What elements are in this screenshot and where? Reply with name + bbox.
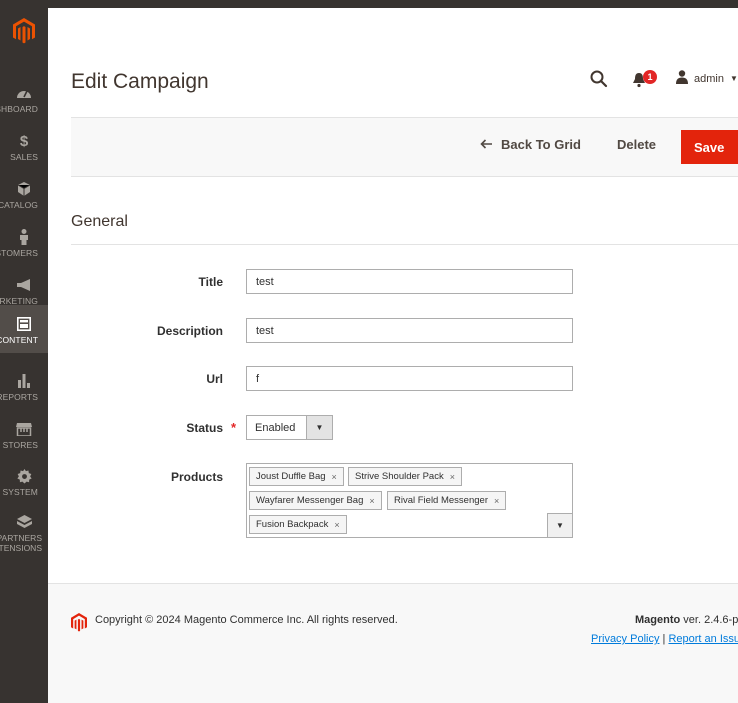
person-icon (14, 228, 34, 246)
chevron-down-icon[interactable]: ▼ (547, 513, 572, 537)
product-tag: Wayfarer Messenger Bag × (249, 491, 382, 510)
delete-button[interactable]: Delete (617, 137, 656, 152)
user-icon (676, 70, 688, 87)
bar-chart-icon (14, 372, 34, 390)
status-select[interactable]: Enabled ▼ (246, 415, 333, 440)
partners-icon (14, 513, 34, 531)
cube-icon (14, 180, 34, 198)
page-title: Edit Campaign (71, 70, 209, 93)
brand-name: Magento (635, 614, 681, 626)
product-tag-label: Fusion Backpack (256, 519, 329, 530)
description-input[interactable] (246, 318, 573, 343)
title-input[interactable] (246, 269, 573, 294)
product-tag: Strive Shoulder Pack × (348, 467, 462, 486)
product-tag-label: Wayfarer Messenger Bag (256, 495, 364, 506)
partners-label-line1: FIND PARTNERS (0, 533, 42, 543)
product-tag-label: Strive Shoulder Pack (355, 471, 444, 482)
sidebar-item-sales[interactable]: $ SALES (0, 122, 48, 170)
version-number: ver. 2.4.6-p (683, 614, 738, 626)
version-text: Magento ver. 2.4.6-p (635, 614, 738, 626)
status-value: Enabled (255, 422, 296, 434)
section-title: General (71, 213, 128, 230)
magento-logo-icon (71, 613, 87, 637)
products-label: Products (170, 470, 223, 484)
remove-tag-icon[interactable]: × (494, 496, 499, 506)
report-issue-link[interactable]: Report an Issu (668, 633, 738, 645)
url-input[interactable] (246, 366, 573, 391)
copyright-text: Copyright © 2024 Magento Commerce Inc. A… (95, 614, 398, 626)
remove-tag-icon[interactable]: × (369, 496, 374, 506)
arrow-left-icon (480, 137, 493, 152)
page-actions-bar: Back To Grid Delete Save (71, 117, 738, 177)
sidebar-item-partners[interactable]: FIND PARTNERS& EXTENSIONS (0, 503, 48, 563)
sidebar-item-label: CATALOG (0, 200, 38, 210)
product-tag-label: Joust Duffle Bag (256, 471, 326, 482)
back-button[interactable]: Back To Grid (480, 137, 581, 152)
sidebar-item-content[interactable]: CONTENT (0, 305, 48, 353)
sidebar-item-system[interactable]: SYSTEM (0, 457, 48, 505)
dashboard-icon (14, 84, 34, 102)
save-button[interactable]: Save (681, 130, 738, 164)
sidebar-item-dashboard[interactable]: DASHBOARD (0, 74, 48, 122)
title-label: Title (198, 275, 223, 289)
top-strip (0, 0, 738, 8)
dollar-icon: $ (19, 132, 29, 150)
store-icon (14, 420, 34, 438)
sidebar-item-label: STORES (2, 440, 38, 450)
required-indicator: * (231, 420, 237, 435)
footer-links: Privacy Policy | Report an Issu (591, 633, 738, 645)
partners-label-line2: & EXTENSIONS (0, 543, 42, 553)
notification-badge[interactable]: 1 (643, 70, 657, 84)
section-divider (71, 244, 738, 245)
remove-tag-icon[interactable]: × (332, 472, 337, 482)
remove-tag-icon[interactable]: × (334, 520, 339, 530)
product-tag: Joust Duffle Bag × (249, 467, 344, 486)
product-tag-label: Rival Field Messenger (394, 495, 488, 506)
layout-icon (14, 315, 34, 333)
remove-tag-icon[interactable]: × (450, 472, 455, 482)
status-label: Status (186, 421, 223, 435)
sidebar-item-label: SALES (10, 152, 38, 162)
chevron-down-icon[interactable]: ▼ (306, 416, 332, 439)
sidebar-item-customers[interactable]: CUSTOMERS (0, 218, 48, 266)
description-label: Description (156, 324, 223, 338)
url-label: Url (206, 372, 223, 386)
user-name: admin (694, 72, 724, 85)
admin-sidebar: DASHBOARD $ SALES CATALOG CUSTOMERS MARK… (0, 0, 48, 703)
sidebar-item-label: CONTENT (0, 335, 38, 345)
sidebar-item-stores[interactable]: STORES (0, 410, 48, 458)
sidebar-item-label: SYSTEM (2, 487, 38, 497)
product-tag: Rival Field Messenger × (387, 491, 507, 510)
search-icon[interactable] (590, 70, 608, 88)
back-button-label: Back To Grid (501, 137, 581, 152)
user-menu[interactable]: admin ▼ (676, 70, 738, 87)
chevron-down-icon: ▼ (729, 74, 738, 83)
sidebar-item-label: REPORTS (0, 392, 38, 402)
gear-icon (14, 467, 34, 485)
sidebar-item-catalog[interactable]: CATALOG (0, 170, 48, 218)
products-multiselect[interactable]: Joust Duffle Bag × Strive Shoulder Pack … (246, 463, 573, 538)
megaphone-icon (14, 276, 34, 294)
sidebar-item-reports[interactable]: REPORTS (0, 362, 48, 410)
product-tag: Fusion Backpack × (249, 515, 347, 534)
sidebar-item-label: DASHBOARD (0, 104, 38, 114)
privacy-policy-link[interactable]: Privacy Policy (591, 633, 659, 645)
sidebar-item-label: CUSTOMERS (0, 248, 38, 258)
sidebar-item-label: FIND PARTNERS& EXTENSIONS (0, 533, 42, 553)
magento-logo-icon[interactable] (0, 18, 48, 58)
link-separator: | (662, 633, 666, 645)
